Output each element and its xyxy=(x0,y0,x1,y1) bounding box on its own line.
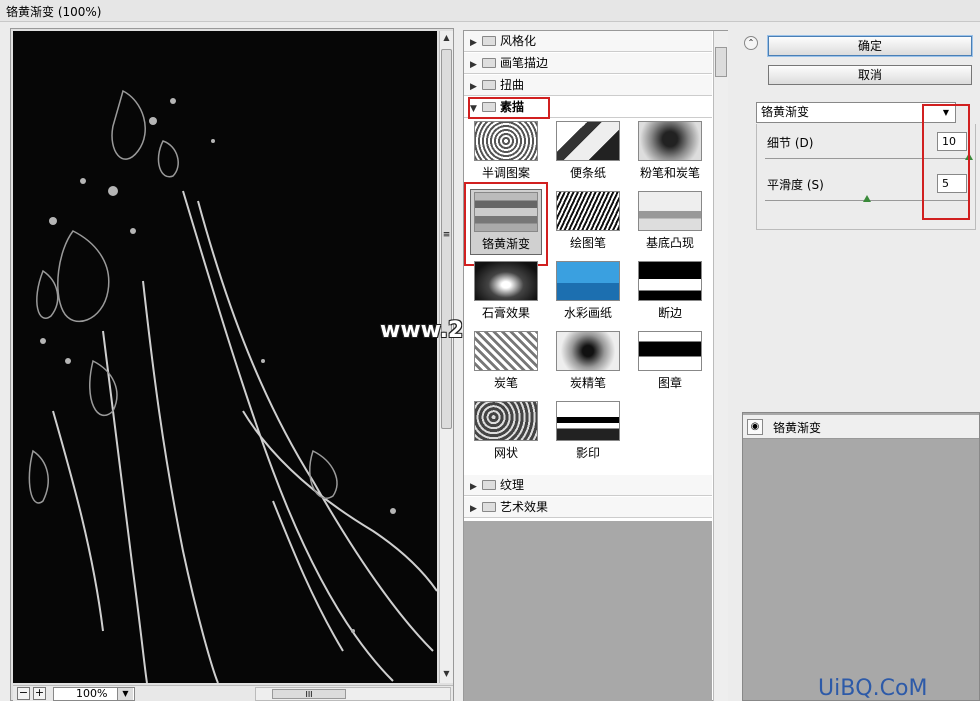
filter-thumb-plaster[interactable]: 石膏效果 xyxy=(470,259,542,325)
filter-thumb-stamp[interactable]: 图章 xyxy=(634,329,706,395)
thumb-image xyxy=(474,401,538,441)
category-label: 纹理 xyxy=(500,478,525,492)
preview-panel: ▲ ≡ ▼ − + 100% ▼ III xyxy=(10,28,454,701)
thumb-image xyxy=(474,121,538,161)
effect-layer-row[interactable]: ◉ 铬黄渐变 xyxy=(743,415,979,439)
filter-thumb-torn-edges[interactable]: 断边 xyxy=(634,259,706,325)
thumb-label: 影印 xyxy=(575,446,600,460)
folder-icon xyxy=(482,80,496,90)
gallery-empty-area xyxy=(464,521,712,701)
preview-image[interactable] xyxy=(13,31,437,683)
filter-gallery: ▶ 风格化 ▶ 画笔描边 ▶ 扭曲 ▼ 素描 半调图案 便条纸 粉笔和炭笔 铬黄渐变 绘… xyxy=(463,30,728,701)
filter-thumb-conte-crayon[interactable]: 炭精笔 xyxy=(552,329,624,395)
preview-hscroll-thumb[interactable]: III xyxy=(272,689,346,699)
expand-triangle-icon: ▶ xyxy=(470,82,477,92)
scroll-down-icon[interactable]: ▼ xyxy=(441,667,452,681)
thumb-image xyxy=(556,261,620,301)
effect-layers-panel: ◉ 铬黄渐变 xyxy=(742,412,980,701)
thumb-label: 炭精笔 xyxy=(569,376,606,390)
footer-logo: UiBQ.CoM xyxy=(818,676,928,701)
ok-button[interactable]: 确定 xyxy=(768,36,972,56)
filter-thumb-bas-relief[interactable]: 基底凸现 xyxy=(634,189,706,255)
thumb-label: 石膏效果 xyxy=(481,306,530,320)
preview-footer: − + 100% ▼ III xyxy=(13,685,453,701)
highlight-box xyxy=(464,182,548,266)
filter-controls: ⌃ 确定 取消 铬黄渐变 ▼ 细节 (D) 10 平滑度 (S) 5 xyxy=(738,30,980,400)
thumb-label: 网状 xyxy=(493,446,518,460)
eye-icon[interactable]: ◉ xyxy=(747,419,763,435)
thumb-label: 基底凸现 xyxy=(645,236,694,250)
filter-thumb-water-paper[interactable]: 水彩画纸 xyxy=(552,259,624,325)
thumb-label: 水彩画纸 xyxy=(563,306,612,320)
category-label: 扭曲 xyxy=(500,78,525,92)
gallery-scrollbar[interactable] xyxy=(713,31,728,701)
folder-icon xyxy=(482,36,496,46)
scroll-up-icon[interactable]: ▲ xyxy=(441,31,452,45)
filter-thumb-graphic-pen[interactable]: 绘图笔 xyxy=(552,189,624,255)
thumb-image xyxy=(556,331,620,371)
thumb-image xyxy=(474,261,538,301)
thumb-image xyxy=(638,191,702,231)
category-label: 艺术效果 xyxy=(500,500,549,514)
zoom-level: 100% xyxy=(76,687,108,700)
thumb-image xyxy=(638,261,702,301)
expand-triangle-icon: ▶ xyxy=(470,482,477,492)
highlight-box xyxy=(922,104,970,220)
filter-thumb-charcoal[interactable]: 炭笔 xyxy=(470,329,542,395)
filter-thumb-chalk-charcoal[interactable]: 粉笔和炭笔 xyxy=(634,119,706,185)
preview-vscroll-thumb[interactable]: ≡ xyxy=(441,49,452,429)
folder-icon xyxy=(482,58,496,68)
thumb-label: 断边 xyxy=(657,306,682,320)
category-stylize[interactable]: ▶ 风格化 xyxy=(464,31,712,52)
chrome-splash-image xyxy=(13,31,437,683)
expand-triangle-icon: ▶ xyxy=(470,60,477,70)
thumb-image xyxy=(556,191,620,231)
category-artistic[interactable]: ▶ 艺术效果 xyxy=(464,497,712,518)
preview-horizontal-scrollbar[interactable]: III xyxy=(255,687,451,701)
category-brush-strokes[interactable]: ▶ 画笔描边 xyxy=(464,53,712,74)
thumb-image xyxy=(556,401,620,441)
grip-icon: ≡ xyxy=(442,230,451,240)
filter-thumb-note-paper[interactable]: 便条纸 xyxy=(552,119,624,185)
thumb-label: 炭笔 xyxy=(493,376,518,390)
collapse-gallery-icon[interactable]: ⌃ xyxy=(744,36,758,50)
category-label: 画笔描边 xyxy=(500,56,549,70)
thumb-image xyxy=(638,331,702,371)
window-title: 铬黄渐变 (100%) xyxy=(6,5,102,19)
folder-icon xyxy=(482,480,496,490)
filter-thumb-photocopy[interactable]: 影印 xyxy=(552,399,624,465)
thumb-label: 半调图案 xyxy=(481,166,530,180)
cancel-button[interactable]: 取消 xyxy=(768,65,972,85)
detail-label: 细节 (D) xyxy=(767,136,814,150)
zoom-dropdown-icon[interactable]: ▼ xyxy=(117,688,133,700)
thumb-image xyxy=(474,331,538,371)
window-title-bar: 铬黄渐变 (100%) xyxy=(0,0,980,22)
zoom-out-button[interactable]: − xyxy=(17,687,30,700)
category-label: 风格化 xyxy=(500,34,537,48)
smoothness-label: 平滑度 (S) xyxy=(767,178,824,192)
thumb-image xyxy=(638,121,702,161)
highlight-box xyxy=(468,97,550,119)
thumb-label: 便条纸 xyxy=(569,166,606,180)
gallery-scroll-thumb[interactable] xyxy=(715,47,727,77)
preview-vertical-scrollbar[interactable]: ▲ ≡ ▼ xyxy=(439,31,453,683)
folder-icon xyxy=(482,502,496,512)
expand-triangle-icon: ▶ xyxy=(470,504,477,514)
effect-layer-name: 铬黄渐变 xyxy=(773,421,822,435)
category-distort[interactable]: ▶ 扭曲 xyxy=(464,75,712,96)
filter-thumb-halftone[interactable]: 半调图案 xyxy=(470,119,542,185)
thumb-image xyxy=(556,121,620,161)
category-texture[interactable]: ▶ 纹理 xyxy=(464,475,712,496)
filter-thumb-reticulation[interactable]: 网状 xyxy=(470,399,542,465)
thumb-label: 绘图笔 xyxy=(569,236,606,250)
smoothness-slider-knob[interactable] xyxy=(863,195,871,202)
filter-select-value: 铬黄渐变 xyxy=(761,105,810,119)
thumb-label: 粉笔和炭笔 xyxy=(639,166,700,180)
thumb-label: 图章 xyxy=(657,376,682,390)
zoom-in-button[interactable]: + xyxy=(33,687,46,700)
expand-triangle-icon: ▶ xyxy=(470,38,477,48)
